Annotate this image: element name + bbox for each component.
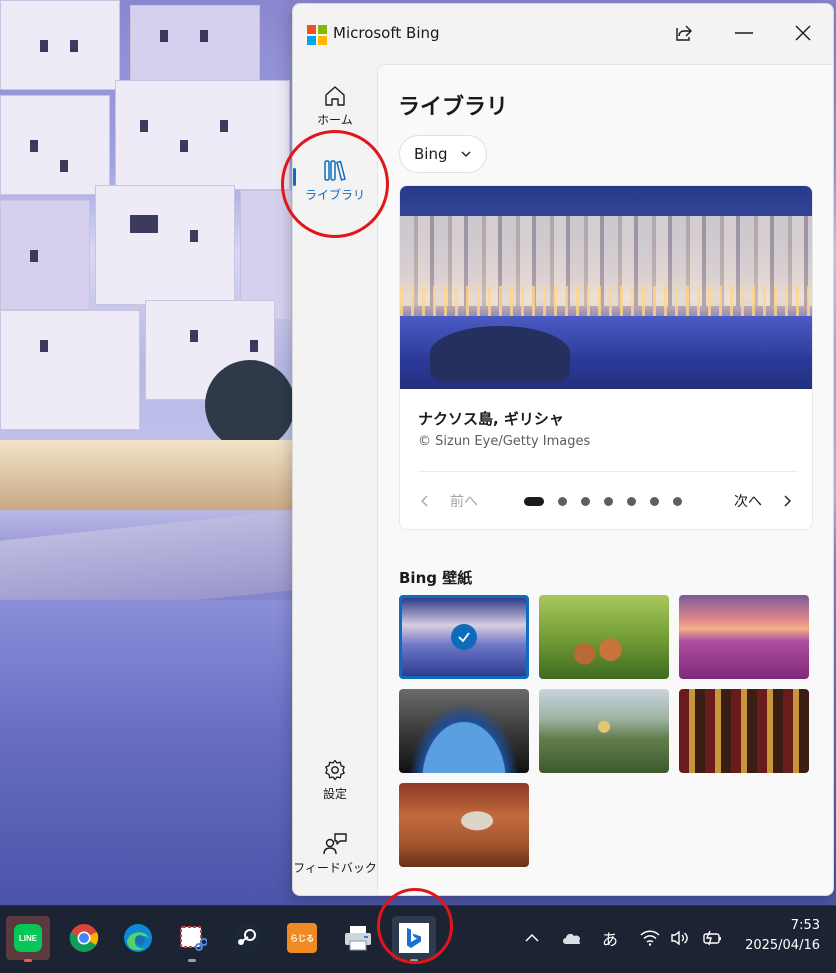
- next-button[interactable]: 次へ: [734, 491, 794, 511]
- wallpaper-building: [0, 95, 110, 195]
- minimize-button[interactable]: [727, 18, 761, 48]
- nav-item-feedback[interactable]: フィードバック: [293, 832, 377, 876]
- feedback-icon: [323, 833, 347, 855]
- wallpaper-thumbnail-naxos[interactable]: [399, 595, 529, 679]
- steam-icon: [232, 924, 260, 952]
- taskbar-app-line[interactable]: LINE: [6, 916, 50, 962]
- source-dropdown-value: Bing: [414, 145, 448, 163]
- wallpaper-building: [0, 200, 90, 310]
- microsoft-logo-icon: [307, 25, 327, 45]
- wallpaper-tree: [205, 360, 295, 450]
- wallpaper-title: ナクソス島, ギリシャ: [418, 410, 564, 428]
- wallpaper-building: [0, 310, 140, 430]
- close-button[interactable]: [786, 18, 820, 48]
- share-button[interactable]: [667, 18, 701, 48]
- taskbar-clock[interactable]: 7:53 2025/04/16: [745, 916, 820, 956]
- wallpaper-building: [0, 0, 120, 90]
- wallpaper-thumbnail-space-station[interactable]: [399, 689, 529, 773]
- wallpaper-credit: © Sizun Eye/Getty Images: [418, 434, 591, 449]
- wallpaper-building: [115, 80, 290, 190]
- taskbar-app-printer[interactable]: [336, 916, 380, 960]
- annotation-circle-bing-taskbar: [377, 888, 453, 964]
- carousel-dot[interactable]: [627, 497, 636, 506]
- wallpaper-thumbnail-rock-arch[interactable]: [399, 783, 529, 867]
- carousel-dots: [524, 497, 696, 506]
- clock-date: 2025/04/16: [745, 938, 820, 953]
- wifi-button[interactable]: [638, 926, 662, 950]
- printer-icon: [345, 926, 371, 951]
- carousel-dot[interactable]: [581, 497, 590, 506]
- wallpaper-thumbnail-tulips[interactable]: [679, 595, 809, 679]
- taskbar-app-snipping-tool[interactable]: [170, 916, 214, 962]
- taskbar-app-edge[interactable]: [116, 916, 160, 960]
- clock-time: 7:53: [790, 918, 820, 933]
- wallpaper-thumbnail-shrine-float[interactable]: [679, 689, 809, 773]
- battery-button[interactable]: [700, 926, 724, 950]
- page-title: ライブラリ: [398, 95, 509, 120]
- selected-check-icon: [451, 624, 477, 650]
- taskbar-app-radiko[interactable]: らじる: [280, 916, 324, 960]
- app-title: Microsoft Bing: [333, 24, 440, 42]
- taskbar-app-chrome[interactable]: [62, 916, 106, 960]
- speaker-icon: [671, 930, 688, 946]
- snipping-tool-icon: [180, 926, 207, 951]
- close-icon: [795, 25, 811, 41]
- nav-item-settings[interactable]: 設定: [293, 758, 377, 802]
- battery-charging-icon: [703, 930, 721, 946]
- line-icon: LINE: [14, 924, 42, 952]
- next-label: 次へ: [734, 494, 762, 510]
- minimize-icon: [735, 32, 753, 34]
- source-dropdown[interactable]: Bing: [399, 135, 487, 173]
- featured-wallpaper-card: ナクソス島, ギリシャ © Sizun Eye/Getty Images 前へ …: [399, 185, 813, 530]
- share-icon: [676, 25, 692, 41]
- nav-label-settings: 設定: [322, 787, 347, 801]
- ime-indicator[interactable]: あ: [598, 926, 622, 950]
- wallpaper-thumbnail-temple[interactable]: [539, 689, 669, 773]
- carousel-dot[interactable]: [673, 497, 682, 506]
- cloud-icon: [563, 933, 581, 944]
- taskbar-app-steam[interactable]: [224, 916, 268, 960]
- wallpaper-sea: [0, 600, 300, 905]
- carousel-dot[interactable]: [604, 497, 613, 506]
- carousel-dot[interactable]: [650, 497, 659, 506]
- show-hidden-icons-button[interactable]: [520, 926, 544, 950]
- library-content: ライブラリ Bing ナクソス島, ギリシャ © Sizun Eye/Getty…: [377, 64, 833, 895]
- wallpaper-building: [95, 185, 235, 305]
- annotation-circle-library: [281, 130, 389, 238]
- onedrive-button[interactable]: [558, 926, 586, 950]
- nav-label-home: ホーム: [317, 113, 353, 127]
- radiko-icon: らじる: [287, 923, 317, 953]
- carousel-dot[interactable]: [558, 497, 567, 506]
- title-bar: Microsoft Bing: [293, 4, 833, 64]
- chevron-right-icon: [784, 495, 791, 507]
- wallpaper-thumbnail-foxes[interactable]: [539, 595, 669, 679]
- chrome-icon: [69, 924, 99, 952]
- chevron-left-icon: [421, 495, 428, 507]
- bing-app-window: Microsoft Bing ホーム ライブラリ 設定 フィードバック ライブラ…: [292, 3, 834, 896]
- nav-label-feedback: フィードバック: [293, 861, 377, 875]
- gear-icon: [325, 759, 345, 781]
- volume-button[interactable]: [668, 926, 692, 950]
- featured-wallpaper-image[interactable]: [400, 186, 812, 389]
- home-icon: [325, 86, 345, 106]
- card-divider: [418, 471, 798, 472]
- wifi-icon: [640, 930, 660, 946]
- nav-item-home[interactable]: ホーム: [293, 84, 377, 128]
- chevron-up-icon: [525, 933, 539, 942]
- carousel-dot[interactable]: [524, 497, 544, 506]
- previous-label: 前へ: [450, 494, 478, 510]
- wallpaper-terrace: [0, 440, 300, 510]
- edge-icon: [124, 924, 152, 952]
- wallpaper-section-title: Bing 壁紙: [399, 569, 473, 587]
- wallpaper-building: [130, 5, 260, 85]
- previous-button[interactable]: 前へ: [418, 491, 478, 511]
- chevron-down-icon: [461, 151, 471, 157]
